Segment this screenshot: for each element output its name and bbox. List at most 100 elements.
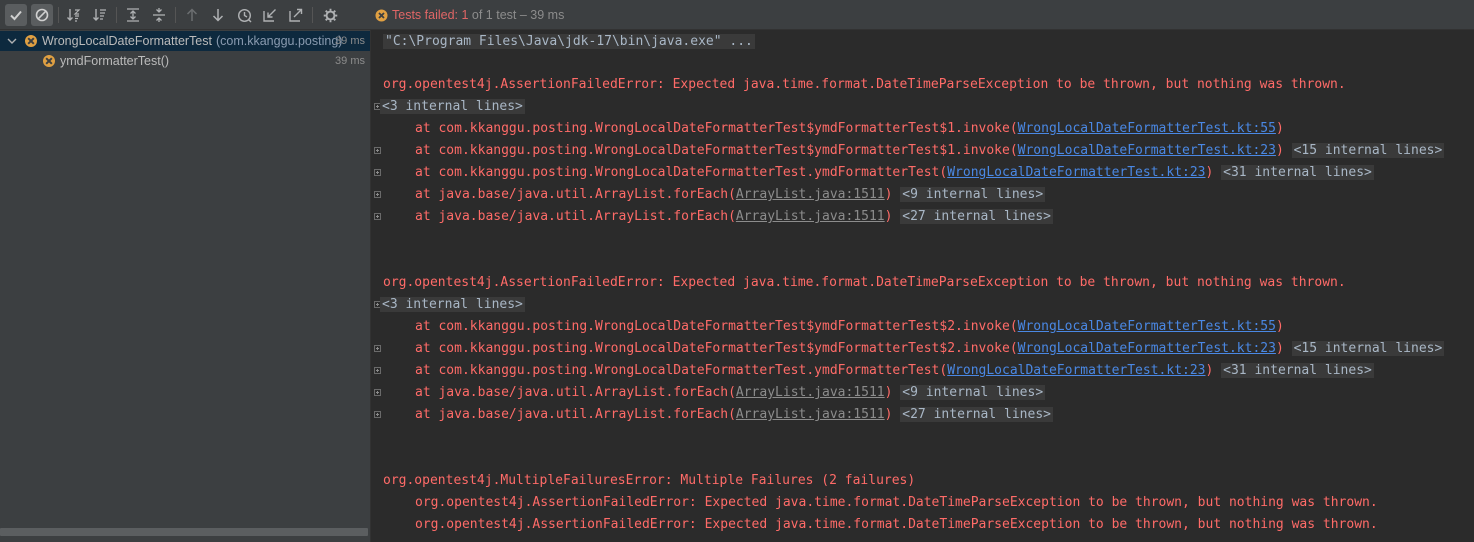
source-link[interactable]: WrongLocalDateFormatterTest.kt:55 — [1018, 319, 1276, 334]
source-link[interactable]: WrongLocalDateFormatterTest.kt:23 — [1018, 341, 1276, 356]
export-tests-button[interactable] — [285, 4, 307, 26]
console-output: "C:\Program Files\Java\jdk-17\bin\java.e… — [371, 30, 1474, 542]
collapse-all-button[interactable] — [148, 4, 170, 26]
console-line: at com.kkanggu.posting.WrongLocalDateFor… — [415, 118, 1284, 140]
ignore-icon — [35, 8, 49, 22]
collapse-all-icon — [153, 8, 165, 22]
failed-icon — [375, 9, 388, 22]
source-link[interactable]: WrongLocalDateFormatterTest.kt:23 — [947, 165, 1205, 180]
stack-frame-close: ) — [884, 407, 901, 422]
tree-row-test[interactable]: ymdFormatterTest() 39 ms — [0, 51, 370, 71]
stack-frame-close: ) — [884, 209, 901, 224]
status-label: Tests failed: — [392, 8, 462, 22]
stack-frame-close: ) — [1275, 319, 1284, 334]
expand-fold-icon[interactable] — [374, 213, 381, 220]
error-message: org.opentest4j.AssertionFailedError: Exp… — [415, 495, 1378, 510]
stack-frame-close: ) — [1205, 363, 1222, 378]
console-line: org.opentest4j.MultipleFailuresError: Mu… — [383, 470, 915, 492]
status-summary: of 1 test – 39 ms — [468, 8, 565, 22]
internal-lines-fold[interactable]: <15 internal lines> — [1291, 341, 1445, 356]
gear-icon — [323, 8, 337, 22]
expand-all-button[interactable] — [122, 4, 144, 26]
expand-fold-icon[interactable] — [374, 147, 381, 154]
failed-icon — [43, 55, 55, 67]
show-ignored-button[interactable] — [31, 4, 53, 26]
stack-frame: at com.kkanggu.posting.WrongLocalDateFor… — [415, 319, 1018, 334]
stack-frame: at com.kkanggu.posting.WrongLocalDateFor… — [415, 341, 1018, 356]
test-name: ymdFormatterTest() — [60, 54, 170, 68]
previous-failed-test-button[interactable] — [181, 4, 203, 26]
source-link[interactable]: ArrayList.java:1511 — [736, 407, 885, 422]
error-message: org.opentest4j.AssertionFailedError: Exp… — [383, 275, 1346, 290]
test-tree-panel: WrongLocalDateFormatterTest (com.kkanggu.… — [0, 30, 371, 542]
console-line: org.opentest4j.AssertionFailedError: Exp… — [415, 514, 1378, 536]
suite-label: WrongLocalDateFormatterTest (com.kkanggu.… — [42, 34, 342, 48]
sort-by-duration-button[interactable] — [89, 4, 111, 26]
sort-duration-icon — [93, 9, 106, 21]
next-failed-test-button[interactable] — [207, 4, 229, 26]
internal-lines-fold[interactable]: <9 internal lines> — [900, 187, 1046, 202]
expand-fold-icon[interactable] — [374, 169, 381, 176]
source-link[interactable]: WrongLocalDateFormatterTest.kt:55 — [1018, 121, 1276, 136]
tree-row-suite[interactable]: WrongLocalDateFormatterTest (com.kkanggu.… — [0, 31, 370, 51]
stack-frame-close: ) — [1275, 143, 1292, 158]
internal-lines-fold[interactable]: <9 internal lines> — [900, 385, 1046, 400]
command-line[interactable]: "C:\Program Files\Java\jdk-17\bin\java.e… — [383, 34, 755, 49]
sort-alphabetically-button[interactable] — [63, 4, 85, 26]
expand-fold-icon[interactable] — [374, 411, 381, 418]
internal-lines-fold[interactable]: <15 internal lines> — [1291, 143, 1445, 158]
suite-duration: 39 ms — [335, 35, 365, 47]
console-line: <3 internal lines> — [380, 294, 525, 316]
error-message: org.opentest4j.MultipleFailuresError: Mu… — [383, 473, 916, 488]
internal-lines-fold[interactable]: <31 internal lines> — [1221, 363, 1374, 378]
horizontal-scrollbar[interactable] — [0, 528, 368, 536]
error-message: org.opentest4j.AssertionFailedError: Exp… — [415, 517, 1378, 532]
internal-lines-fold[interactable]: <3 internal lines> — [380, 297, 525, 312]
stack-frame: at java.base/java.util.ArrayList.forEach… — [415, 407, 736, 422]
chevron-down-icon[interactable] — [7, 36, 17, 46]
source-link[interactable]: WrongLocalDateFormatterTest.kt:23 — [947, 363, 1205, 378]
expand-fold-icon[interactable] — [374, 367, 381, 374]
import-tests-button[interactable] — [259, 4, 281, 26]
internal-lines-fold[interactable]: <27 internal lines> — [900, 407, 1053, 422]
stack-frame-close: ) — [884, 187, 901, 202]
expand-fold-icon[interactable] — [374, 389, 381, 396]
check-icon — [10, 10, 22, 21]
test-history-button[interactable] — [233, 4, 255, 26]
source-link[interactable]: ArrayList.java:1511 — [736, 385, 885, 400]
console-line: <3 internal lines> — [380, 96, 525, 118]
source-link[interactable]: WrongLocalDateFormatterTest.kt:23 — [1018, 143, 1276, 158]
stack-frame: at java.base/java.util.ArrayList.forEach… — [415, 209, 736, 224]
console-line: at java.base/java.util.ArrayList.forEach… — [415, 382, 1046, 404]
internal-lines-fold[interactable]: <3 internal lines> — [380, 99, 525, 114]
console-line: at com.kkanggu.posting.WrongLocalDateFor… — [415, 140, 1445, 162]
suite-name: WrongLocalDateFormatterTest — [42, 34, 212, 48]
source-link[interactable]: ArrayList.java:1511 — [736, 209, 885, 224]
console-line: at java.base/java.util.ArrayList.forEach… — [415, 404, 1053, 426]
stack-frame-close: ) — [1275, 121, 1284, 136]
stack-frame: at com.kkanggu.posting.WrongLocalDateFor… — [415, 363, 948, 378]
console-line: at com.kkanggu.posting.WrongLocalDateFor… — [415, 162, 1374, 184]
stack-frame: at com.kkanggu.posting.WrongLocalDateFor… — [415, 121, 1018, 136]
console-line: at java.base/java.util.ArrayList.forEach… — [415, 184, 1046, 206]
console-line: "C:\Program Files\Java\jdk-17\bin\java.e… — [383, 31, 755, 53]
source-link[interactable]: ArrayList.java:1511 — [736, 187, 885, 202]
toolbar-separator — [175, 7, 176, 23]
internal-lines-fold[interactable]: <27 internal lines> — [900, 209, 1053, 224]
test-status-bar: Tests failed: 1 of 1 test – 39 ms — [371, 0, 1474, 30]
expand-fold-icon[interactable] — [374, 345, 381, 352]
export-icon — [289, 8, 303, 22]
clock-icon — [237, 8, 251, 22]
status-message: Tests failed: 1 of 1 test – 39 ms — [392, 8, 564, 22]
expand-fold-icon[interactable] — [374, 191, 381, 198]
suite-package: (com.kkanggu.posting) — [215, 34, 343, 48]
arrow-up-icon — [186, 8, 198, 21]
internal-lines-fold[interactable]: <31 internal lines> — [1221, 165, 1374, 180]
show-passed-button[interactable] — [5, 4, 27, 26]
console-line: org.opentest4j.AssertionFailedError: Exp… — [383, 74, 1346, 96]
stack-frame-close: ) — [1275, 341, 1292, 356]
console-line: org.opentest4j.AssertionFailedError: Exp… — [415, 492, 1378, 514]
stack-frame: at java.base/java.util.ArrayList.forEach… — [415, 385, 736, 400]
test-runner-toolbar — [0, 0, 371, 30]
settings-button[interactable] — [319, 4, 341, 26]
